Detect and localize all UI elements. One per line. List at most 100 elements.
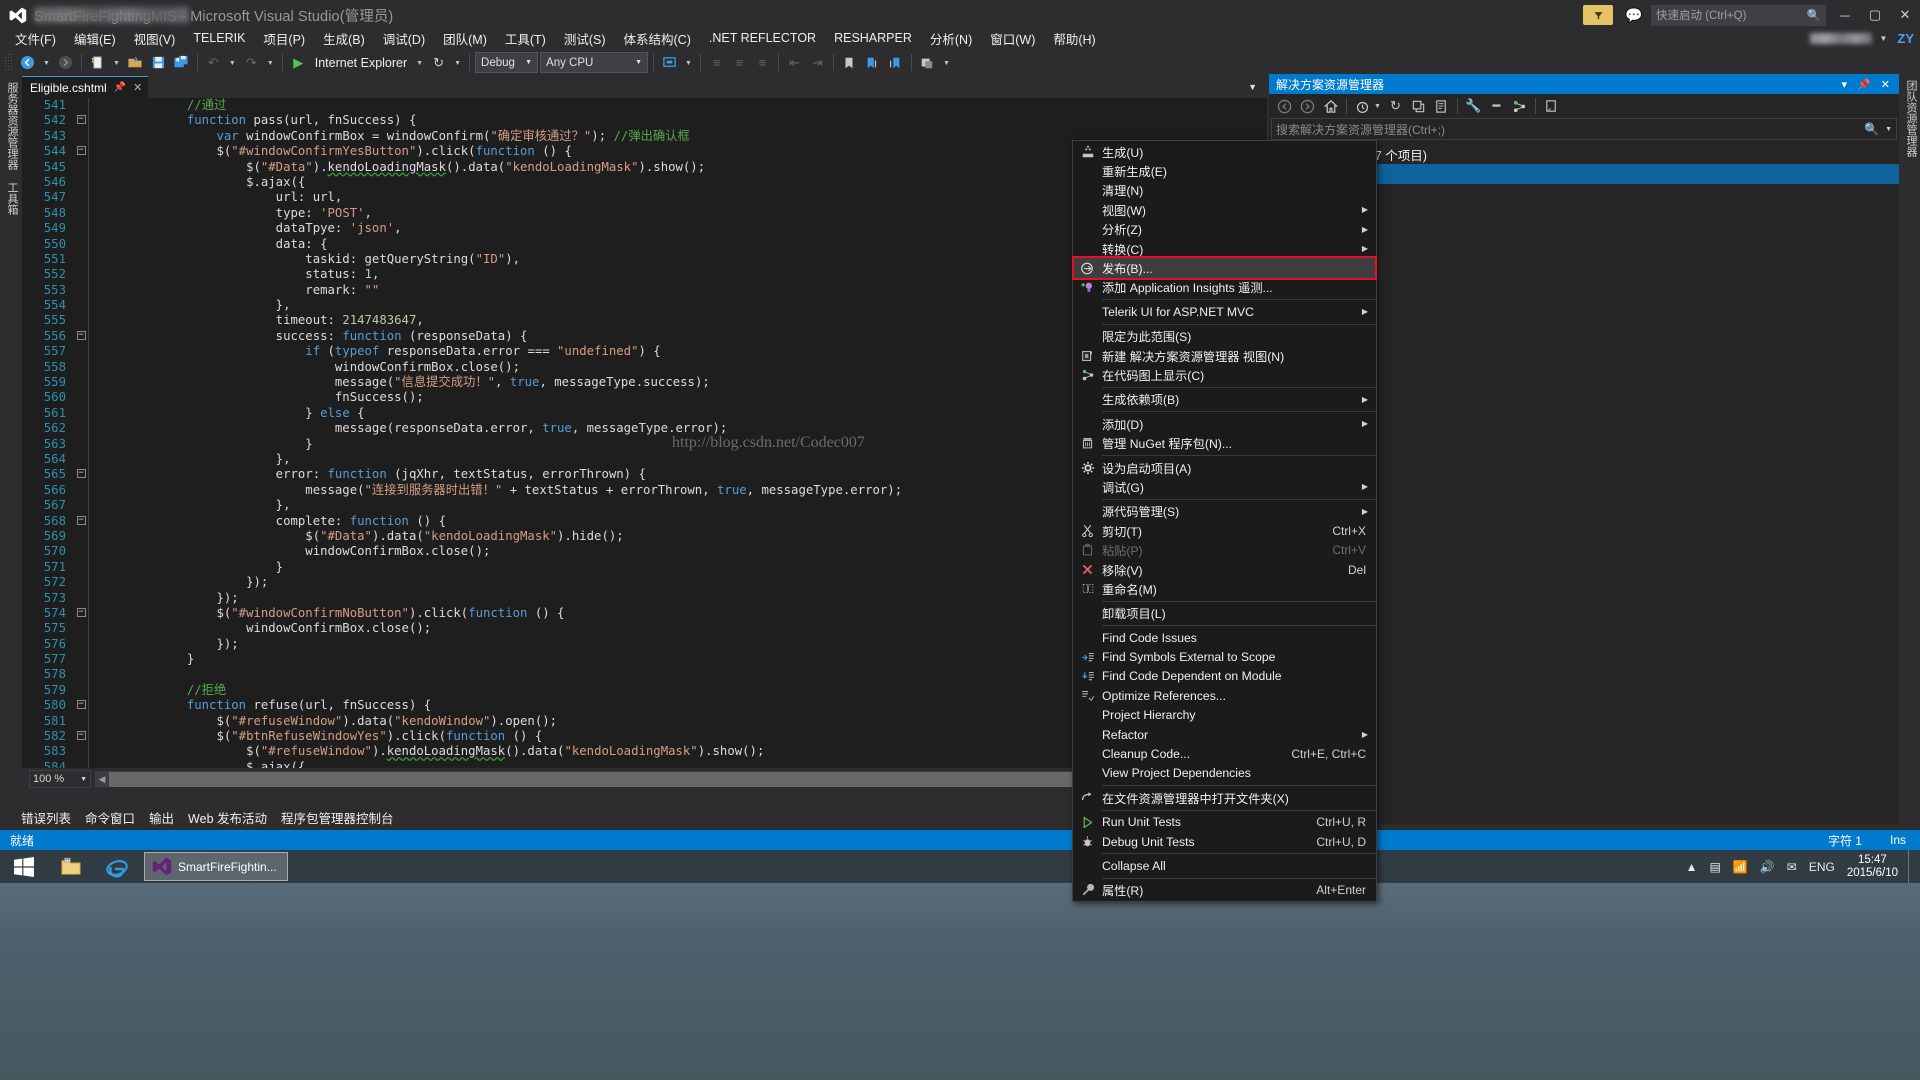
chevron-down-icon[interactable]: ▼ <box>1885 126 1892 133</box>
code-line[interactable]: 542− function pass(url, fnSuccess) { <box>22 113 1267 128</box>
collapse-all-icon[interactable] <box>1407 96 1430 117</box>
context-menu-item[interactable]: Collapse All <box>1073 856 1376 875</box>
context-menu-item[interactable]: 分析(Z)▶ <box>1073 220 1376 239</box>
attach-to-process-icon[interactable] <box>658 51 681 74</box>
bottom-tab-1[interactable]: 命令窗口 <box>78 806 142 829</box>
back-icon[interactable] <box>1273 96 1296 117</box>
bookmark-icon[interactable] <box>838 51 861 74</box>
tab-eligible-cshtml[interactable]: Eligible.cshtml 📌 ✕ <box>22 76 148 98</box>
maximize-button[interactable]: ▢ <box>1860 0 1890 30</box>
context-menu-item[interactable]: Cleanup Code...Ctrl+E, Ctrl+C <box>1073 744 1376 763</box>
fold-marker[interactable] <box>74 714 88 729</box>
close-icon[interactable]: ✕ <box>133 81 142 94</box>
fold-marker[interactable]: − <box>74 144 88 159</box>
properties-icon[interactable]: 🔧 <box>1462 96 1485 117</box>
fold-marker[interactable] <box>74 175 88 190</box>
toolbar-grip[interactable] <box>4 53 14 72</box>
fold-marker[interactable] <box>74 621 88 636</box>
solution-explorer-title-bar[interactable]: 解决方案资源管理器 ▾ 📌 ✕ <box>1269 74 1899 94</box>
context-menu-item[interactable]: Telerik UI for ASP.NET MVC▶ <box>1073 302 1376 321</box>
context-menu-item[interactable]: Optimize References... <box>1073 686 1376 705</box>
fold-marker[interactable] <box>74 221 88 236</box>
menu-item-1[interactable]: 编辑(E) <box>65 27 125 50</box>
save-all-icon[interactable] <box>170 51 193 74</box>
menu-item-2[interactable]: 视图(V) <box>125 27 185 50</box>
context-menu-item[interactable]: 属性(R)Alt+Enter <box>1073 881 1376 900</box>
menu-item-5[interactable]: 生成(B) <box>314 27 374 50</box>
fold-marker[interactable] <box>74 667 88 682</box>
fold-marker[interactable] <box>74 452 88 467</box>
fold-marker[interactable]: − <box>74 606 88 621</box>
feedback-icon[interactable]: 💬 <box>1621 0 1647 30</box>
solution-configuration-select[interactable]: Debug ▼ <box>475 52 538 73</box>
internet-explorer-icon[interactable] <box>94 850 140 883</box>
fold-marker[interactable] <box>74 390 88 405</box>
prev-bookmark-icon[interactable] <box>884 51 907 74</box>
context-menu-item[interactable]: Find Code Issues <box>1073 628 1376 647</box>
menu-item-11[interactable]: .NET REFLECTOR <box>700 29 825 47</box>
fold-marker[interactable] <box>74 498 88 513</box>
fold-marker[interactable] <box>74 760 88 768</box>
user-initials-badge[interactable]: ZY <box>1897 31 1914 46</box>
fold-marker[interactable] <box>74 483 88 498</box>
network-icon[interactable]: 📶 <box>1727 860 1754 874</box>
file-explorer-icon[interactable] <box>48 850 94 883</box>
show-desktop-button[interactable] <box>1908 850 1916 883</box>
new-window-icon[interactable] <box>916 51 939 74</box>
fold-marker[interactable] <box>74 190 88 205</box>
fold-marker[interactable] <box>74 560 88 575</box>
chevron-down-icon[interactable]: ▼ <box>1879 34 1887 43</box>
fold-marker[interactable]: − <box>74 698 88 713</box>
code-line[interactable]: 541 //通过 <box>22 98 1267 113</box>
menu-item-15[interactable]: 帮助(H) <box>1044 27 1104 50</box>
context-menu-item[interactable]: 卸载项目(L) <box>1073 604 1376 623</box>
fold-marker[interactable]: − <box>74 467 88 482</box>
start-project-label[interactable]: Internet Explorer <box>310 56 412 70</box>
refresh-icon[interactable]: ↻ <box>427 51 450 74</box>
tray-app-icon[interactable]: ▤ <box>1704 860 1727 874</box>
fold-marker[interactable] <box>74 360 88 375</box>
fold-marker[interactable] <box>74 344 88 359</box>
search-icon[interactable]: 🔍 <box>1864 122 1879 136</box>
context-menu-item[interactable]: 剪切(T)Ctrl+X <box>1073 521 1376 540</box>
refresh-icon[interactable]: ↻ <box>1384 96 1407 117</box>
fold-marker[interactable] <box>74 544 88 559</box>
context-menu-item[interactable]: 视图(W)▶ <box>1073 200 1376 219</box>
fold-marker[interactable] <box>74 98 88 113</box>
forward-icon[interactable] <box>1296 96 1319 117</box>
chevron-down-icon[interactable]: ▼ <box>1374 103 1384 110</box>
undo-dropdown-icon[interactable]: ▼ <box>225 51 240 74</box>
language-indicator[interactable]: ENG <box>1803 860 1841 874</box>
bottom-tab-3[interactable]: Web 发布活动 <box>181 806 274 829</box>
fold-marker[interactable] <box>74 652 88 667</box>
context-menu-item[interactable]: 生成(U) <box>1073 142 1376 161</box>
taskbar-clock[interactable]: 15:47 2015/6/10 <box>1841 854 1908 880</box>
taskbar-item-visual-studio[interactable]: SmartFireFightin... <box>144 852 288 881</box>
context-menu-item[interactable]: 限定为此范围(S) <box>1073 327 1376 346</box>
menu-item-6[interactable]: 调试(D) <box>374 27 434 50</box>
sidebar-item-server-explorer[interactable]: 服务器资源管理器 <box>0 76 24 176</box>
navigate-back-button[interactable] <box>16 51 39 74</box>
preview-icon[interactable]: ━ <box>1485 96 1508 117</box>
close-button[interactable]: ✕ <box>1890 0 1920 30</box>
context-menu-item[interactable]: 在文件资源管理器中打开文件夹(X) <box>1073 788 1376 807</box>
context-menu-item[interactable]: 清理(N) <box>1073 181 1376 200</box>
fold-marker[interactable] <box>74 237 88 252</box>
pin-icon[interactable]: 📌 <box>114 82 126 93</box>
fold-marker[interactable] <box>74 206 88 221</box>
menu-item-14[interactable]: 窗口(W) <box>981 27 1044 50</box>
menu-item-4[interactable]: 项目(P) <box>254 27 314 50</box>
new-window-dropdown-icon[interactable]: ▼ <box>939 51 954 74</box>
menu-item-3[interactable]: TELERIK <box>184 29 254 47</box>
sync-with-editor-icon[interactable] <box>1540 96 1563 117</box>
pin-icon[interactable]: 📌 <box>1852 78 1876 91</box>
context-menu-item[interactable]: Find Code Dependent on Module <box>1073 667 1376 686</box>
fold-marker[interactable] <box>74 298 88 313</box>
menu-item-0[interactable]: 文件(F) <box>6 27 65 50</box>
context-menu-item[interactable]: 设为启动项目(A) <box>1073 458 1376 477</box>
sidebar-item-toolbox[interactable]: 工具箱 <box>0 176 24 221</box>
context-menu-item[interactable]: 重命名(M) <box>1073 579 1376 598</box>
notification-badge-icon[interactable] <box>1583 5 1613 25</box>
context-menu-item[interactable]: 添加 Application Insights 遥测... <box>1073 278 1376 297</box>
context-menu-item[interactable]: Debug Unit TestsCtrl+U, D <box>1073 832 1376 851</box>
